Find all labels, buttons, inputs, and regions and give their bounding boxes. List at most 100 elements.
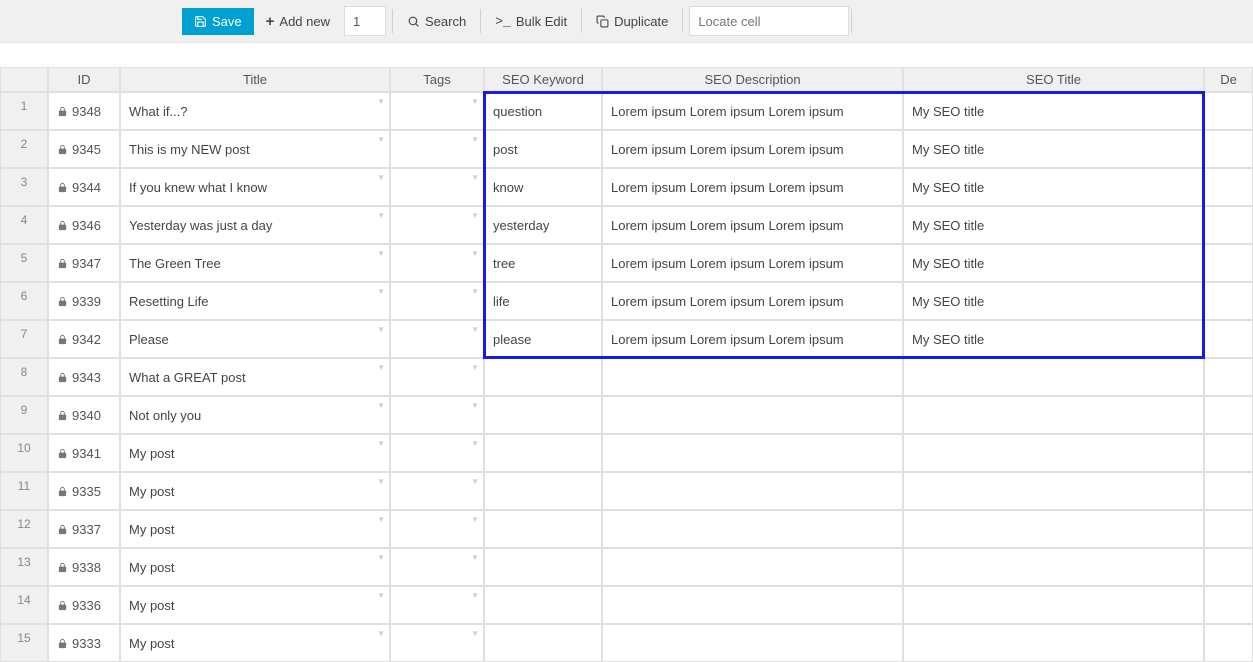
extra-cell[interactable] <box>1204 586 1253 624</box>
seo-title-cell[interactable]: My SEO title <box>903 206 1204 244</box>
title-cell[interactable]: My post▼ <box>120 434 390 472</box>
seo-keyword-cell[interactable] <box>484 510 602 548</box>
seo-keyword-cell[interactable]: know <box>484 168 602 206</box>
row-number[interactable]: 14 <box>0 586 48 624</box>
title-cell[interactable]: The Green Tree▼ <box>120 244 390 282</box>
seo-title-cell[interactable] <box>903 548 1204 586</box>
column-header[interactable]: ID <box>48 67 120 92</box>
row-number[interactable]: 4 <box>0 206 48 244</box>
seo-keyword-cell[interactable] <box>484 396 602 434</box>
tags-cell[interactable]: ▼ <box>390 396 484 434</box>
row-number[interactable]: 9 <box>0 396 48 434</box>
seo-title-cell[interactable] <box>903 624 1204 662</box>
extra-cell[interactable] <box>1204 282 1253 320</box>
tags-cell[interactable]: ▼ <box>390 624 484 662</box>
seo-title-cell[interactable]: My SEO title <box>903 168 1204 206</box>
seo-keyword-cell[interactable] <box>484 434 602 472</box>
seo-description-cell[interactable] <box>602 548 903 586</box>
seo-description-cell[interactable]: Lorem ipsum Lorem ipsum Lorem ipsum <box>602 92 903 130</box>
tags-cell[interactable]: ▼ <box>390 472 484 510</box>
extra-cell[interactable] <box>1204 206 1253 244</box>
seo-title-cell[interactable] <box>903 434 1204 472</box>
seo-description-cell[interactable] <box>602 624 903 662</box>
column-header[interactable]: SEO Keyword <box>484 67 602 92</box>
title-cell[interactable]: If you knew what I know▼ <box>120 168 390 206</box>
row-number[interactable]: 5 <box>0 244 48 282</box>
seo-title-cell[interactable]: My SEO title <box>903 92 1204 130</box>
tags-cell[interactable]: ▼ <box>390 130 484 168</box>
title-cell[interactable]: This is my NEW post▼ <box>120 130 390 168</box>
tags-cell[interactable]: ▼ <box>390 282 484 320</box>
seo-keyword-cell[interactable] <box>484 624 602 662</box>
seo-description-cell[interactable]: Lorem ipsum Lorem ipsum Lorem ipsum <box>602 320 903 358</box>
tags-cell[interactable]: ▼ <box>390 358 484 396</box>
seo-keyword-cell[interactable] <box>484 472 602 510</box>
extra-cell[interactable] <box>1204 472 1253 510</box>
seo-description-cell[interactable] <box>602 510 903 548</box>
title-cell[interactable]: Resetting Life▼ <box>120 282 390 320</box>
column-header[interactable]: De <box>1204 67 1253 92</box>
title-cell[interactable]: What if...?▼ <box>120 92 390 130</box>
seo-keyword-cell[interactable] <box>484 358 602 396</box>
column-header[interactable]: Tags <box>390 67 484 92</box>
row-number[interactable]: 7 <box>0 320 48 358</box>
row-number[interactable]: 15 <box>0 624 48 662</box>
seo-description-cell[interactable]: Lorem ipsum Lorem ipsum Lorem ipsum <box>602 282 903 320</box>
row-number[interactable]: 13 <box>0 548 48 586</box>
bulk-edit-button[interactable]: >_ Bulk Edit <box>483 8 579 35</box>
title-cell[interactable]: Not only you▼ <box>120 396 390 434</box>
tags-cell[interactable]: ▼ <box>390 206 484 244</box>
tags-cell[interactable]: ▼ <box>390 510 484 548</box>
seo-description-cell[interactable]: Lorem ipsum Lorem ipsum Lorem ipsum <box>602 168 903 206</box>
add-new-button[interactable]: + Add new <box>254 7 342 36</box>
column-header[interactable]: Title <box>120 67 390 92</box>
seo-description-cell[interactable]: Lorem ipsum Lorem ipsum Lorem ipsum <box>602 206 903 244</box>
seo-description-cell[interactable] <box>602 472 903 510</box>
seo-title-cell[interactable] <box>903 586 1204 624</box>
seo-keyword-cell[interactable]: question <box>484 92 602 130</box>
duplicate-button[interactable]: Duplicate <box>584 8 680 35</box>
extra-cell[interactable] <box>1204 624 1253 662</box>
seo-keyword-cell[interactable] <box>484 548 602 586</box>
locate-cell-input[interactable] <box>689 6 849 36</box>
extra-cell[interactable] <box>1204 358 1253 396</box>
title-cell[interactable]: My post▼ <box>120 548 390 586</box>
seo-keyword-cell[interactable] <box>484 586 602 624</box>
seo-keyword-cell[interactable]: please <box>484 320 602 358</box>
extra-cell[interactable] <box>1204 396 1253 434</box>
seo-title-cell[interactable] <box>903 358 1204 396</box>
column-header[interactable]: SEO Description <box>602 67 903 92</box>
row-number[interactable]: 10 <box>0 434 48 472</box>
title-cell[interactable]: My post▼ <box>120 510 390 548</box>
extra-cell[interactable] <box>1204 510 1253 548</box>
extra-cell[interactable] <box>1204 320 1253 358</box>
title-cell[interactable]: My post▼ <box>120 472 390 510</box>
seo-keyword-cell[interactable]: yesterday <box>484 206 602 244</box>
row-number[interactable]: 1 <box>0 92 48 130</box>
seo-title-cell[interactable] <box>903 472 1204 510</box>
seo-keyword-cell[interactable]: post <box>484 130 602 168</box>
seo-title-cell[interactable]: My SEO title <box>903 282 1204 320</box>
tags-cell[interactable]: ▼ <box>390 548 484 586</box>
seo-description-cell[interactable] <box>602 358 903 396</box>
row-number[interactable]: 2 <box>0 130 48 168</box>
seo-title-cell[interactable] <box>903 510 1204 548</box>
tags-cell[interactable]: ▼ <box>390 434 484 472</box>
extra-cell[interactable] <box>1204 244 1253 282</box>
seo-title-cell[interactable]: My SEO title <box>903 130 1204 168</box>
column-header[interactable]: SEO Title <box>903 67 1204 92</box>
save-button[interactable]: Save <box>182 8 254 35</box>
seo-description-cell[interactable] <box>602 396 903 434</box>
row-number[interactable]: 8 <box>0 358 48 396</box>
tags-cell[interactable]: ▼ <box>390 92 484 130</box>
add-new-qty-input[interactable] <box>344 6 386 36</box>
title-cell[interactable]: What a GREAT post▼ <box>120 358 390 396</box>
title-cell[interactable]: Yesterday was just a day▼ <box>120 206 390 244</box>
seo-title-cell[interactable] <box>903 396 1204 434</box>
tags-cell[interactable]: ▼ <box>390 586 484 624</box>
row-number[interactable]: 12 <box>0 510 48 548</box>
search-button[interactable]: Search <box>395 8 478 35</box>
tags-cell[interactable]: ▼ <box>390 244 484 282</box>
extra-cell[interactable] <box>1204 434 1253 472</box>
seo-title-cell[interactable]: My SEO title <box>903 320 1204 358</box>
